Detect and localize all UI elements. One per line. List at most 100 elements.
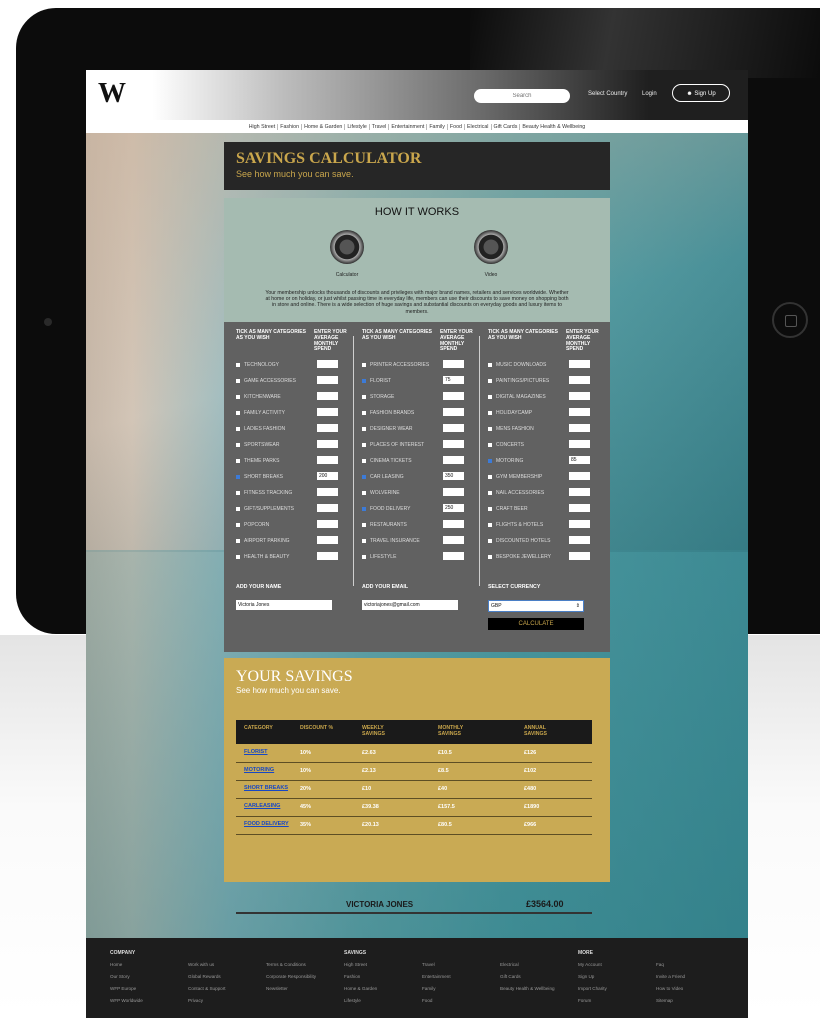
category-checkbox[interactable] — [236, 539, 240, 543]
category-checkbox[interactable] — [488, 395, 492, 399]
category-checkbox[interactable] — [236, 395, 240, 399]
footer-link[interactable]: Entertainment — [422, 974, 451, 979]
footer-link[interactable]: Corporate Responsibility — [266, 974, 316, 979]
footer-link[interactable]: Electrical — [500, 962, 519, 967]
spend-input[interactable] — [443, 552, 464, 560]
category-checkbox[interactable] — [488, 523, 492, 527]
nav-item[interactable]: Electrical — [464, 123, 491, 130]
spend-input[interactable] — [317, 552, 338, 560]
category-checkbox[interactable] — [236, 363, 240, 367]
spend-input[interactable] — [569, 424, 590, 432]
spend-input[interactable] — [443, 424, 464, 432]
spend-input[interactable] — [443, 440, 464, 448]
category-checkbox[interactable] — [488, 491, 492, 495]
spend-input[interactable] — [443, 392, 464, 400]
category-checkbox[interactable] — [488, 443, 492, 447]
footer-link[interactable]: Sitemap — [656, 998, 673, 1003]
category-checkbox[interactable] — [236, 555, 240, 559]
spend-input[interactable] — [317, 488, 338, 496]
spend-input[interactable] — [569, 520, 590, 528]
spend-input[interactable] — [317, 456, 338, 464]
footer-link[interactable]: Contact & Support — [188, 986, 226, 991]
name-input[interactable]: Victoria Jones — [236, 600, 332, 610]
nav-item[interactable]: Food — [446, 123, 464, 130]
category-checkbox[interactable] — [488, 379, 492, 383]
spend-input[interactable] — [317, 520, 338, 528]
nav-item[interactable]: Beauty Health & Wellbeing — [519, 123, 587, 130]
category-checkbox[interactable] — [488, 427, 492, 431]
login-link[interactable]: Login — [642, 91, 657, 97]
spend-input[interactable] — [443, 488, 464, 496]
spend-input[interactable] — [569, 376, 590, 384]
spend-input[interactable]: 200 — [317, 472, 338, 480]
footer-link[interactable]: Privacy — [188, 998, 203, 1003]
spend-input[interactable]: 85 — [569, 456, 590, 464]
category-checkbox[interactable] — [362, 395, 366, 399]
footer-link[interactable]: High Street — [344, 962, 367, 967]
category-link[interactable]: FLORIST — [244, 749, 296, 755]
search-input[interactable] — [474, 89, 570, 103]
spend-input[interactable] — [569, 360, 590, 368]
site-logo[interactable]: W — [98, 78, 126, 110]
footer-link[interactable]: WFP Worldwide — [110, 998, 143, 1003]
category-checkbox[interactable] — [236, 523, 240, 527]
category-checkbox[interactable] — [362, 539, 366, 543]
footer-link[interactable]: Food — [422, 998, 432, 1003]
category-checkbox[interactable] — [488, 539, 492, 543]
nav-item[interactable]: Travel — [368, 123, 389, 130]
calculate-button[interactable]: CALCULATE — [488, 618, 584, 630]
footer-link[interactable]: Travel — [422, 962, 435, 967]
email-input[interactable]: victoriajones@gmail.com — [362, 600, 458, 610]
spend-input[interactable] — [317, 440, 338, 448]
footer-link[interactable]: How to Video — [656, 986, 683, 991]
spend-input[interactable] — [443, 520, 464, 528]
spend-input[interactable] — [317, 408, 338, 416]
footer-link[interactable]: Beauty Health & Wellbeing — [500, 986, 555, 991]
category-checkbox[interactable] — [362, 411, 366, 415]
spend-input[interactable] — [317, 392, 338, 400]
footer-link[interactable]: Forum — [578, 998, 591, 1003]
category-checkbox[interactable] — [362, 475, 366, 479]
category-checkbox[interactable] — [488, 507, 492, 511]
spend-input[interactable] — [317, 360, 338, 368]
spend-input[interactable] — [569, 472, 590, 480]
footer-link[interactable]: Gift Cards — [500, 974, 521, 979]
category-checkbox[interactable] — [236, 379, 240, 383]
category-checkbox[interactable] — [362, 379, 366, 383]
category-link[interactable]: CARLEASING — [244, 803, 296, 809]
select-country-link[interactable]: Select Country — [588, 91, 627, 97]
footer-link[interactable]: Faq — [656, 962, 664, 967]
nav-item[interactable]: Gift Cards — [490, 123, 520, 130]
spend-input[interactable] — [317, 376, 338, 384]
footer-link[interactable]: Fashion — [344, 974, 360, 979]
category-checkbox[interactable] — [362, 523, 366, 527]
spend-input[interactable] — [317, 424, 338, 432]
footer-link[interactable]: Import Charity — [578, 986, 607, 991]
category-checkbox[interactable] — [236, 459, 240, 463]
nav-item[interactable]: High Street — [247, 124, 278, 130]
footer-link[interactable]: Home & Garden — [344, 986, 377, 991]
category-checkbox[interactable] — [236, 475, 240, 479]
footer-link[interactable]: Global Rewards — [188, 974, 221, 979]
category-checkbox[interactable] — [236, 443, 240, 447]
category-checkbox[interactable] — [362, 491, 366, 495]
signup-button[interactable]: ☻ Sign Up — [672, 84, 730, 102]
footer-link[interactable]: Lifestyle — [344, 998, 361, 1003]
calculator-icon[interactable] — [330, 230, 364, 264]
footer-link[interactable]: My Account — [578, 962, 602, 967]
category-checkbox[interactable] — [236, 507, 240, 511]
category-checkbox[interactable] — [362, 507, 366, 511]
footer-link[interactable]: Invite a Friend — [656, 974, 685, 979]
spend-input[interactable] — [569, 440, 590, 448]
nav-item[interactable]: Entertainment — [388, 123, 426, 130]
footer-link[interactable]: Home — [110, 962, 122, 967]
category-checkbox[interactable] — [362, 443, 366, 447]
spend-input[interactable]: 75 — [443, 376, 464, 384]
category-checkbox[interactable] — [488, 475, 492, 479]
category-checkbox[interactable] — [488, 555, 492, 559]
category-link[interactable]: FOOD DELIVERY — [244, 821, 296, 827]
home-button[interactable] — [772, 302, 808, 338]
spend-input[interactable] — [569, 552, 590, 560]
nav-item[interactable]: Fashion — [277, 123, 301, 130]
spend-input[interactable] — [569, 504, 590, 512]
